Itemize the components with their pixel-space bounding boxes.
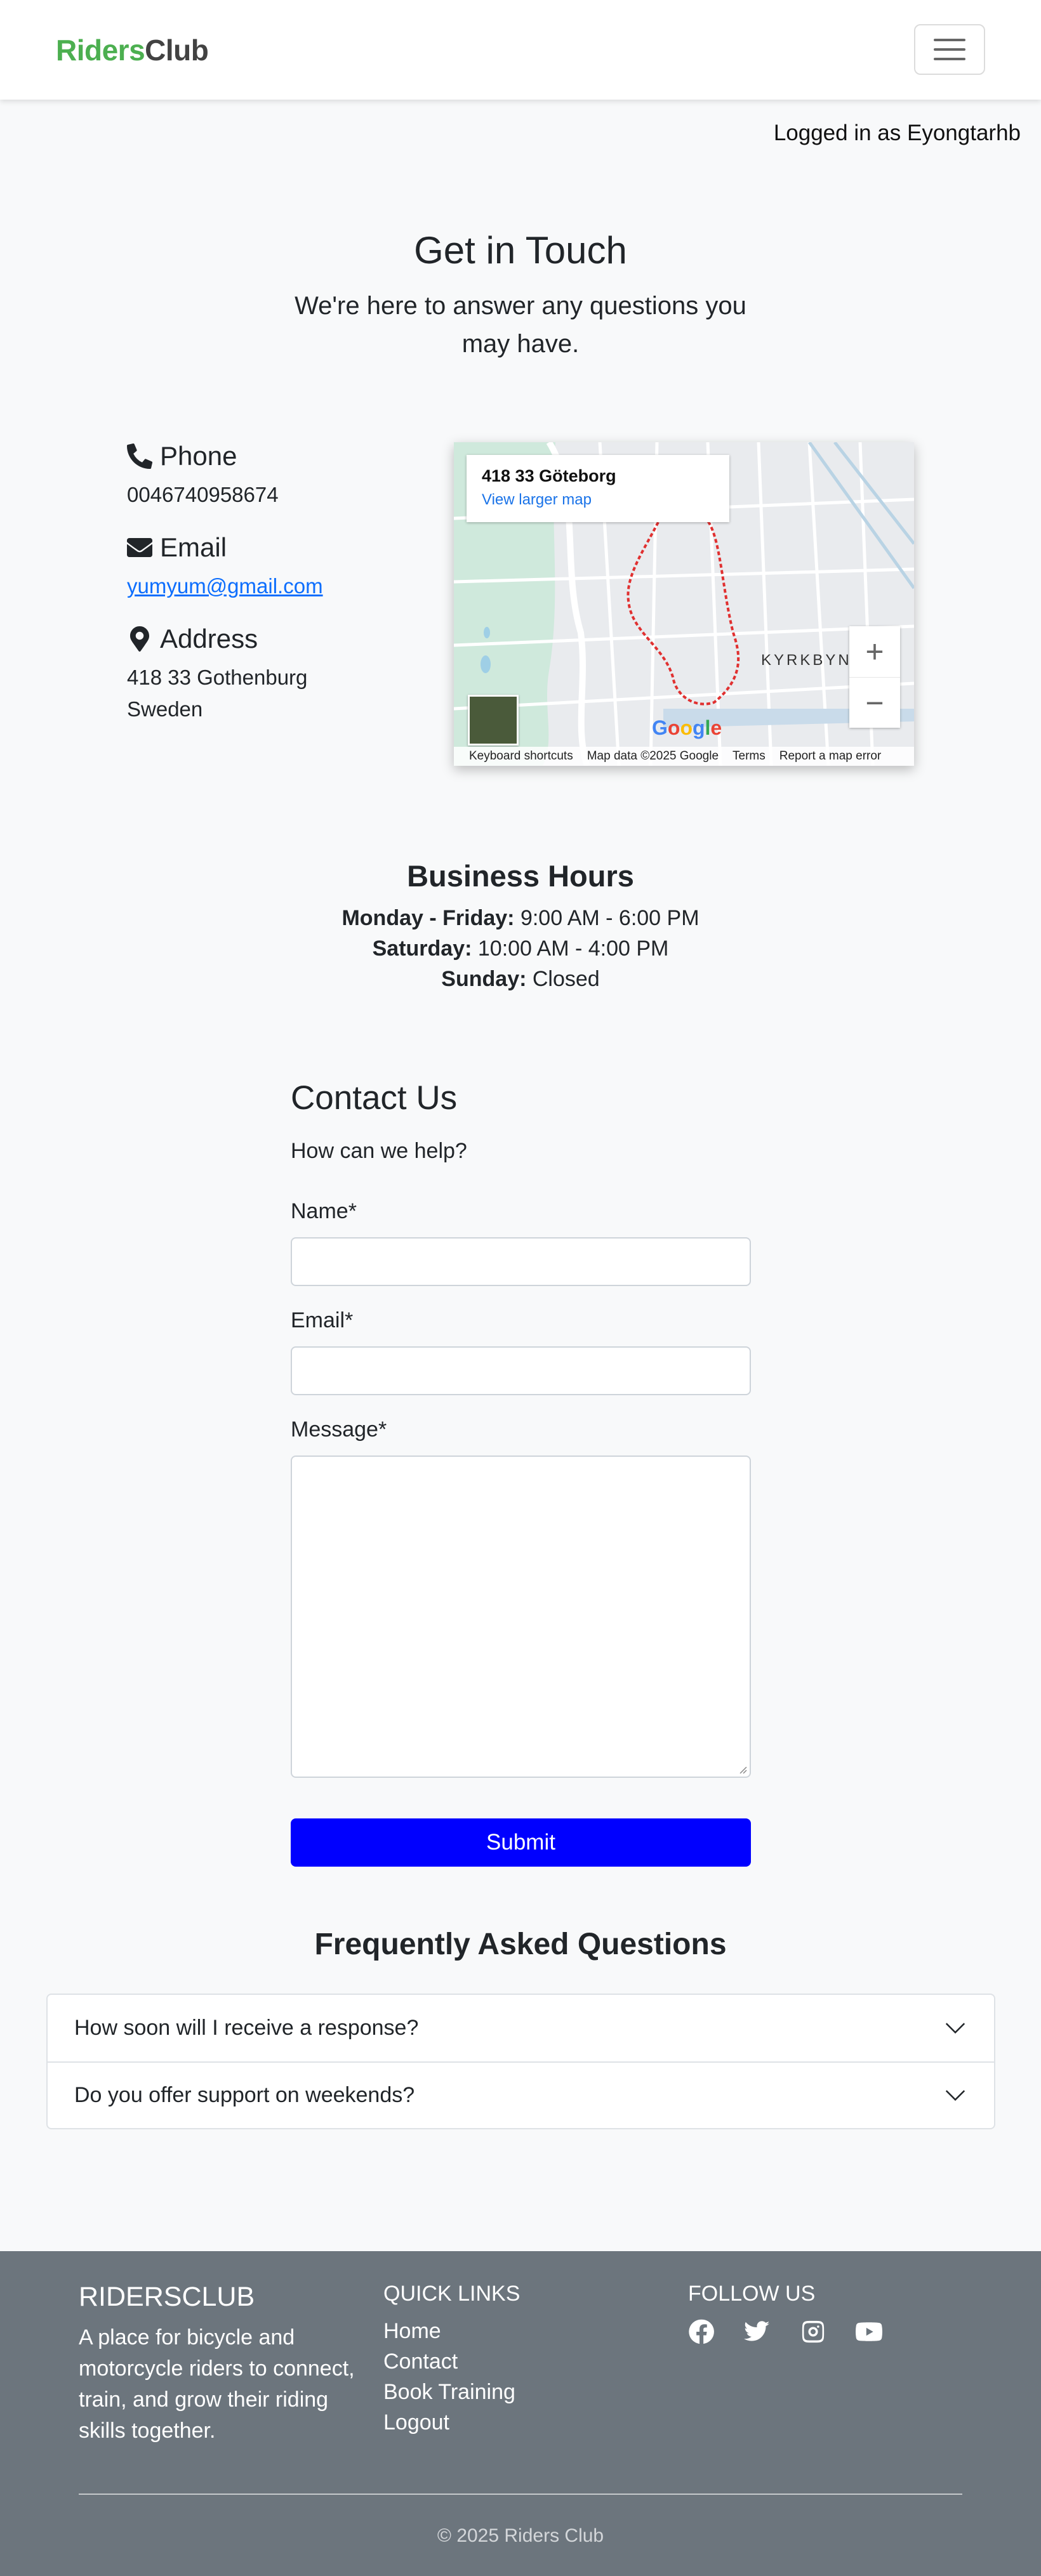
footer: RIDERSCLUB A place for bicycle and motor… bbox=[0, 2251, 1041, 2576]
map-marker-icon bbox=[130, 626, 149, 652]
chevron-down-icon bbox=[945, 2089, 965, 2101]
hamburger-icon-bar bbox=[934, 48, 965, 51]
email-input[interactable] bbox=[291, 1346, 751, 1395]
faq-item[interactable]: Do you offer support on weekends? bbox=[48, 2061, 994, 2128]
message-label: Message* bbox=[291, 1417, 387, 1442]
twitter-icon[interactable] bbox=[744, 2318, 771, 2345]
quick-links-title: QUICK LINKS bbox=[383, 2282, 520, 2306]
name-input[interactable] bbox=[291, 1237, 751, 1286]
address-line1: 418 33 Gothenburg bbox=[127, 666, 308, 689]
report-error-link[interactable]: Report a map error bbox=[779, 749, 882, 763]
phone-icon bbox=[127, 444, 152, 469]
email-label: Email bbox=[160, 532, 227, 562]
copyright: © 2025 Riders Club bbox=[437, 2525, 604, 2546]
hours-day: Saturday: bbox=[372, 936, 472, 961]
page-subtitle: We're here to answer any questions you m… bbox=[295, 292, 746, 358]
hours-time: 9:00 AM - 6:00 PM bbox=[514, 906, 700, 930]
phone-value: 0046740958674 bbox=[127, 483, 279, 506]
brand-club: Club bbox=[145, 34, 209, 67]
zoom-in-button[interactable]: + bbox=[849, 626, 900, 677]
footer-divider bbox=[79, 2494, 962, 2495]
map-district-label: KYRKBYN bbox=[761, 652, 852, 669]
quick-links: Home Contact Book Training Logout bbox=[383, 2316, 515, 2438]
terms-link[interactable]: Terms bbox=[733, 749, 766, 763]
map-place-name: 418 33 Göteborg bbox=[482, 466, 616, 485]
faq-title: Frequently Asked Questions bbox=[314, 1928, 727, 1961]
follow-us-title: FOLLOW US bbox=[688, 2282, 816, 2306]
hours-day: Monday - Friday: bbox=[341, 906, 515, 930]
map-data-text: Map data ©2025 Google bbox=[587, 749, 719, 763]
navbar: RidersClub bbox=[0, 0, 1041, 100]
google-logo: Google bbox=[652, 716, 722, 739]
faq-item[interactable]: How soon will I receive a response? bbox=[48, 1995, 994, 2061]
satellite-toggle[interactable] bbox=[468, 695, 519, 746]
brand-riders: Riders bbox=[56, 34, 145, 67]
footer-link-contact[interactable]: Contact bbox=[383, 2346, 515, 2377]
facebook-icon[interactable] bbox=[688, 2318, 715, 2345]
instagram-icon[interactable] bbox=[800, 2318, 826, 2345]
hours-row: Sunday: Closed bbox=[0, 967, 1041, 992]
view-larger-map-link[interactable]: View larger map bbox=[482, 491, 714, 509]
faq-accordion: How soon will I receive a response? Do y… bbox=[46, 1994, 995, 2129]
zoom-out-button[interactable]: − bbox=[849, 677, 900, 728]
hours-time: Closed bbox=[526, 967, 600, 991]
footer-description: A place for bicycle and motorcycle rider… bbox=[79, 2325, 355, 2443]
hours-row: Saturday: 10:00 AM - 4:00 PM bbox=[0, 936, 1041, 961]
phone-block: Phone 0046740958674 bbox=[127, 441, 279, 511]
map-place-card: 418 33 Göteborg View larger map bbox=[467, 455, 729, 522]
message-textarea[interactable] bbox=[291, 1456, 751, 1778]
keyboard-shortcuts-link[interactable]: Keyboard shortcuts bbox=[469, 749, 573, 763]
hours-day: Sunday: bbox=[441, 967, 527, 991]
footer-brand: RIDERSCLUB bbox=[79, 2282, 255, 2312]
address-label: Address bbox=[160, 624, 258, 654]
faq-question: How soon will I receive a response? bbox=[74, 2016, 419, 2040]
embedded-map[interactable]: KYRKBYN 418 33 Göteborg View larger map … bbox=[454, 442, 914, 766]
phone-label: Phone bbox=[160, 441, 237, 471]
email-block: Email yumyum@gmail.com bbox=[127, 532, 323, 602]
business-hours-title: Business Hours bbox=[407, 859, 634, 893]
name-label: Name* bbox=[291, 1199, 357, 1223]
email-link[interactable]: yumyum@gmail.com bbox=[127, 574, 323, 598]
hamburger-icon-bar bbox=[934, 58, 965, 60]
faq-question: Do you offer support on weekends? bbox=[74, 2083, 415, 2107]
email-field-label: Email* bbox=[291, 1308, 354, 1332]
hours-row: Monday - Friday: 9:00 AM - 6:00 PM bbox=[0, 906, 1041, 931]
page-title: Get in Touch bbox=[414, 229, 627, 272]
logged-in-status: Logged in as Eyongtarhb bbox=[773, 121, 1021, 145]
youtube-icon[interactable] bbox=[856, 2318, 882, 2345]
footer-link-home[interactable]: Home bbox=[383, 2316, 515, 2346]
envelope-icon bbox=[127, 538, 152, 557]
map-footer: Keyboard shortcuts Map data ©2025 Google… bbox=[454, 747, 914, 766]
footer-link-logout[interactable]: Logout bbox=[383, 2407, 515, 2438]
footer-link-book-training[interactable]: Book Training bbox=[383, 2377, 515, 2407]
contact-form-title: Contact Us bbox=[291, 1079, 458, 1117]
address-line2: Sweden bbox=[127, 697, 203, 721]
hamburger-icon-bar bbox=[934, 39, 965, 41]
address-block: Address 418 33 Gothenburg Sweden bbox=[127, 624, 307, 725]
brand-logo[interactable]: RidersClub bbox=[56, 33, 209, 67]
contact-form-subtitle: How can we help? bbox=[291, 1139, 467, 1163]
map-zoom-controls: + − bbox=[849, 626, 900, 728]
submit-button[interactable]: Submit bbox=[291, 1818, 751, 1867]
menu-toggle-button[interactable] bbox=[914, 24, 985, 75]
hours-time: 10:00 AM - 4:00 PM bbox=[472, 936, 669, 961]
resize-handle-icon[interactable] bbox=[738, 1765, 747, 1774]
social-links bbox=[688, 2318, 882, 2345]
chevron-down-icon bbox=[945, 2022, 965, 2034]
